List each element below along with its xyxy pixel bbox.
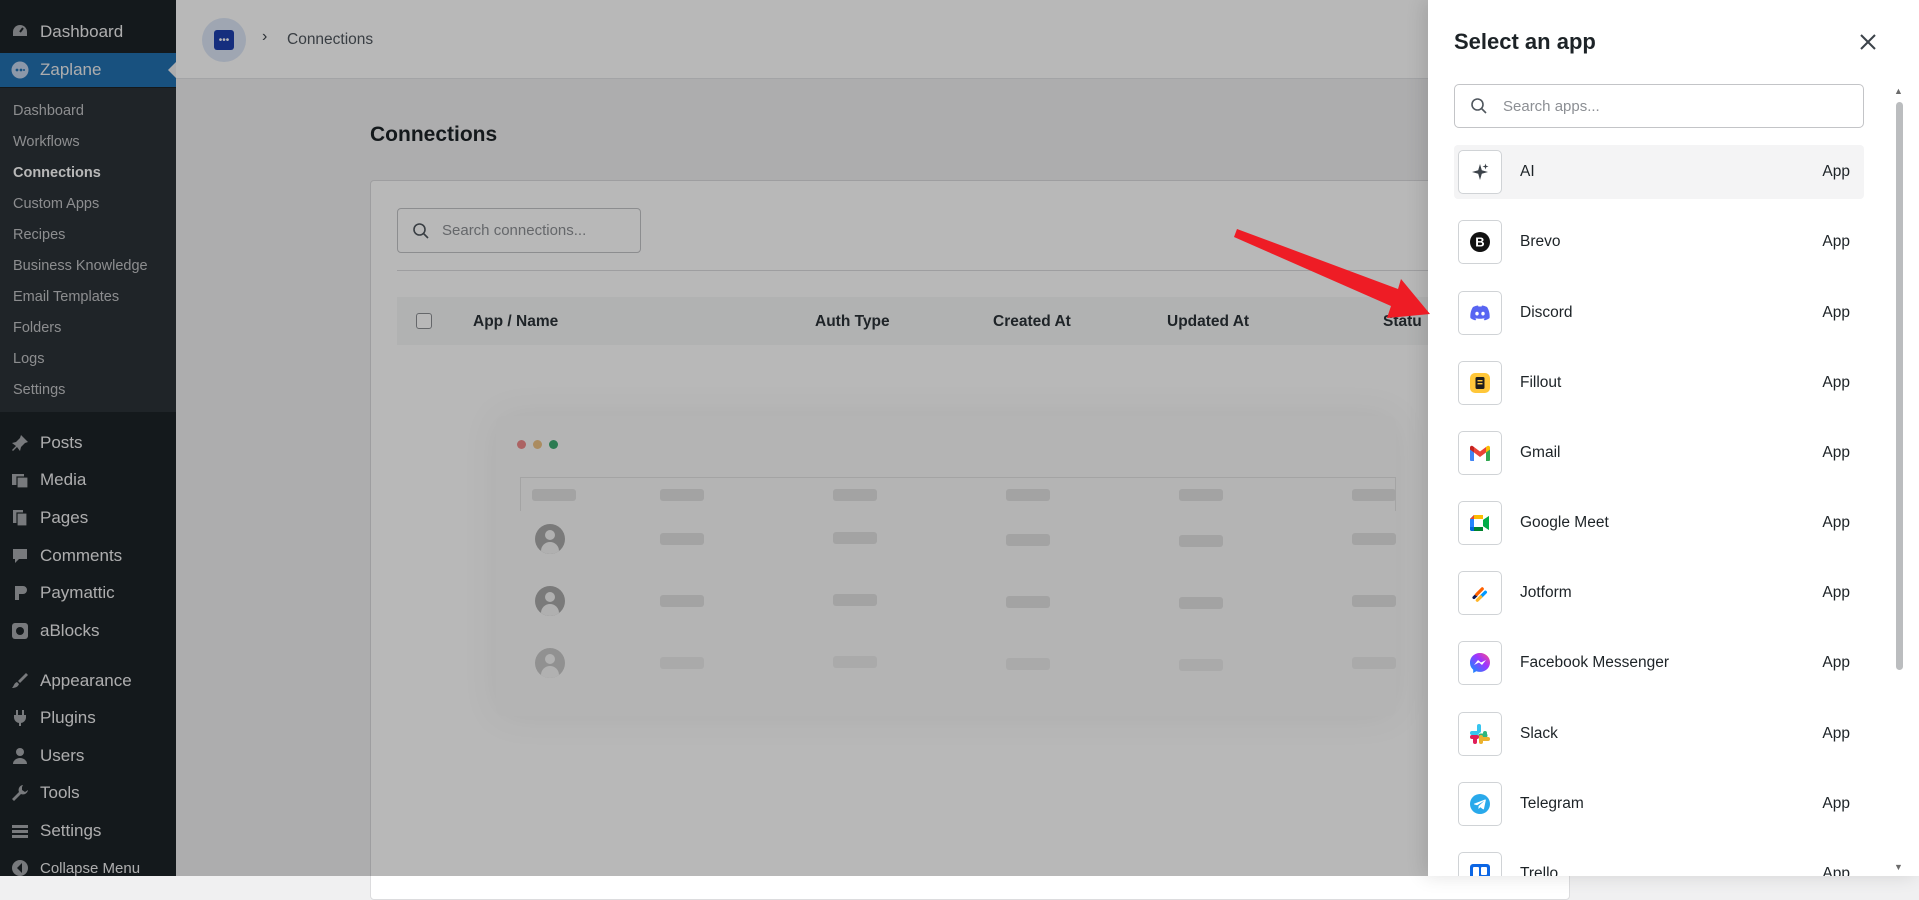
app-name: AI <box>1520 163 1535 180</box>
app-name: Facebook Messenger <box>1520 654 1670 671</box>
close-icon <box>1860 34 1876 50</box>
google-meet-icon <box>1458 501 1502 545</box>
app-type: App <box>1822 514 1850 531</box>
fillout-icon <box>1458 361 1502 405</box>
drawer-title: Select an app <box>1454 29 1596 54</box>
gmail-icon <box>1458 431 1502 475</box>
app-name: Fillout <box>1520 374 1562 391</box>
discord-icon <box>1458 291 1502 335</box>
select-app-drawer: Select an app AI App B Brevo App Discord <box>1428 0 1919 876</box>
trello-icon <box>1458 852 1502 876</box>
app-name: Discord <box>1520 304 1573 321</box>
svg-text:B: B <box>1475 235 1484 250</box>
app-name: Telegram <box>1520 795 1584 812</box>
app-item-facebook-messenger[interactable]: Facebook Messenger App <box>1454 636 1864 690</box>
app-item-slack[interactable]: Slack App <box>1454 707 1864 761</box>
messenger-icon <box>1458 641 1502 685</box>
app-name: Brevo <box>1520 233 1561 250</box>
jotform-icon <box>1458 571 1502 615</box>
app-type: App <box>1822 163 1850 180</box>
slack-icon <box>1458 712 1502 756</box>
app-item-brevo[interactable]: B Brevo App <box>1454 215 1864 269</box>
app-item-fillout[interactable]: Fillout App <box>1454 356 1864 410</box>
search-icon <box>1471 98 1487 114</box>
app-item-google-meet[interactable]: Google Meet App <box>1454 496 1864 550</box>
app-name: Slack <box>1520 725 1558 742</box>
sparkle-icon <box>1458 150 1502 194</box>
app-type: App <box>1822 233 1850 250</box>
app-type: App <box>1822 584 1850 601</box>
app-item-jotform[interactable]: Jotform App <box>1454 566 1864 620</box>
app-type: App <box>1822 725 1850 742</box>
search-apps-input[interactable] <box>1501 96 1841 116</box>
close-button[interactable] <box>1856 30 1880 54</box>
search-apps-field[interactable] <box>1454 84 1864 128</box>
app-item-trello[interactable]: Trello App <box>1454 847 1864 876</box>
drawer-scrollbar-thumb[interactable] <box>1896 102 1903 670</box>
app-type: App <box>1822 304 1850 321</box>
app-type: App <box>1822 444 1850 461</box>
app-item-gmail[interactable]: Gmail App <box>1454 426 1864 480</box>
app-name: Jotform <box>1520 584 1572 601</box>
app-item-discord[interactable]: Discord App <box>1454 286 1864 340</box>
app-type: App <box>1822 865 1850 876</box>
app-item-ai[interactable]: AI App <box>1454 145 1864 199</box>
app-type: App <box>1822 374 1850 391</box>
scroll-up-arrow[interactable]: ▲ <box>1894 86 1903 96</box>
modal-backdrop[interactable] <box>0 0 1428 876</box>
app-name: Google Meet <box>1520 514 1609 531</box>
app-type: App <box>1822 654 1850 671</box>
telegram-icon <box>1458 782 1502 826</box>
app-item-telegram[interactable]: Telegram App <box>1454 777 1864 831</box>
app-type: App <box>1822 795 1850 812</box>
brevo-icon: B <box>1458 220 1502 264</box>
scroll-down-arrow[interactable]: ▼ <box>1894 862 1903 872</box>
app-name: Gmail <box>1520 444 1561 461</box>
app-name: Trello <box>1520 865 1559 876</box>
